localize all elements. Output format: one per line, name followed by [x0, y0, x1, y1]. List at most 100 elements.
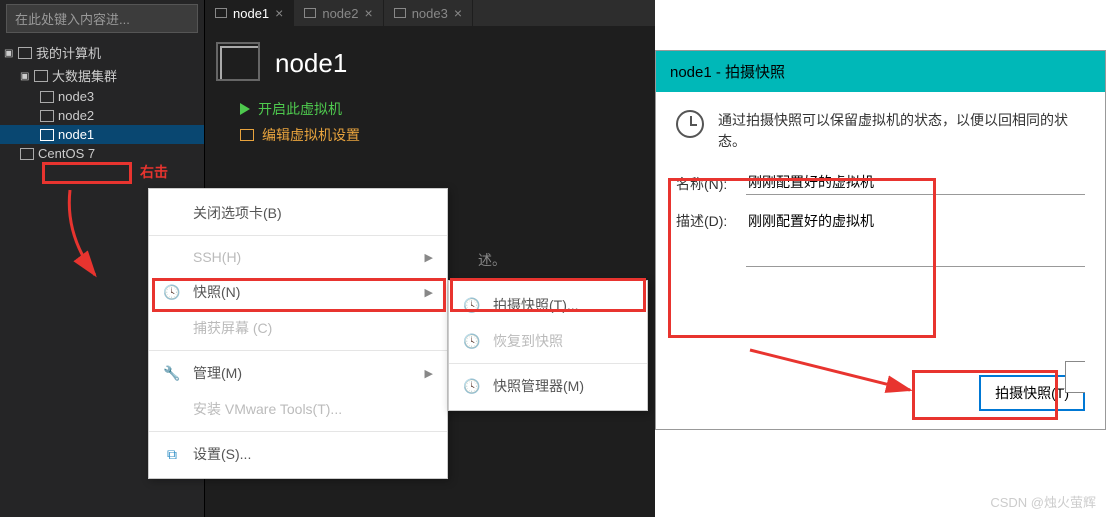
menu-restore-snapshot: 🕓 恢复到快照	[449, 323, 647, 359]
vm-icon	[40, 91, 54, 103]
tree-label: 我的计算机	[36, 43, 101, 62]
tree-root[interactable]: ▣ 我的计算机	[0, 41, 204, 64]
clock-plus-icon: 🕓	[463, 296, 481, 314]
context-menu-main: 关闭选项卡(B) SSH(H) ▶ 🕓 快照(N) ▶ 捕获屏幕 (C) 🔧 管…	[148, 188, 448, 479]
dialog-body: 通过拍摄快照可以保留虚拟机的状态，以便以回相同的状态。 名称(N): 描述(D)…	[656, 92, 1105, 297]
tab-bar: node1 × node2 × node3 ×	[205, 0, 655, 26]
page-title: node1	[275, 48, 347, 79]
separator	[149, 235, 447, 236]
menu-label: 管理(M)	[193, 363, 242, 383]
separator	[449, 363, 647, 364]
name-row: 名称(N):	[676, 170, 1085, 195]
close-icon[interactable]: ×	[454, 5, 462, 21]
action-label: 开启此虚拟机	[258, 99, 342, 119]
tree-label: node2	[58, 108, 94, 123]
tab-node1[interactable]: node1 ×	[205, 0, 294, 26]
main-header: node1	[220, 46, 640, 81]
menu-label: SSH(H)	[193, 249, 241, 265]
tab-icon	[394, 8, 406, 18]
vm-large-icon	[220, 46, 260, 81]
menu-label: 快照(N)	[193, 282, 240, 302]
close-icon[interactable]: ×	[275, 5, 283, 21]
folder-icon	[34, 70, 48, 82]
play-icon	[240, 103, 250, 115]
tree-label: node1	[58, 127, 94, 142]
tab-icon	[215, 8, 227, 18]
tab-label: node1	[233, 6, 269, 21]
tree-item-centos[interactable]: CentOS 7	[0, 144, 204, 163]
tree-item-node1[interactable]: node1	[0, 125, 204, 144]
menu-vmtools: 安装 VMware Tools(T)...	[149, 391, 447, 427]
clock-icon	[676, 110, 704, 138]
tab-node2[interactable]: node2 ×	[294, 0, 383, 26]
tree-group[interactable]: ▣ 大数据集群	[0, 64, 204, 87]
desc-label: 描述(D):	[676, 207, 736, 231]
annotation-text: 右击	[140, 162, 168, 182]
vm-icon	[40, 129, 54, 141]
menu-label: 恢复到快照	[493, 331, 563, 351]
menu-snapshot[interactable]: 🕓 快照(N) ▶	[149, 274, 447, 310]
tree-item-node3[interactable]: node3	[0, 87, 204, 106]
menu-label: 安装 VMware Tools(T)...	[193, 399, 342, 419]
tree-label: CentOS 7	[38, 146, 95, 161]
name-label: 名称(N):	[676, 170, 736, 194]
button-fragment[interactable]	[1065, 361, 1085, 393]
tree-label: node3	[58, 89, 94, 104]
separator	[149, 350, 447, 351]
tree-label: 大数据集群	[52, 66, 117, 85]
collapse-icon[interactable]: ▣	[4, 48, 14, 58]
chevron-right-icon: ▶	[425, 286, 433, 299]
desc-row: 描述(D):	[676, 207, 1085, 267]
menu-ssh: SSH(H) ▶	[149, 240, 447, 274]
dialog-title: node1 - 拍摄快照	[656, 51, 1105, 92]
menu-label: 关闭选项卡(B)	[193, 203, 282, 223]
action-label: 编辑虚拟机设置	[262, 125, 360, 145]
desc-fragment: 述。	[478, 250, 506, 270]
snapshot-icon: 🕓	[163, 283, 181, 301]
tree-item-node2[interactable]: node2	[0, 106, 204, 125]
context-menu-snapshot: 🕓 拍摄快照(T)... 🕓 恢复到快照 🕓 快照管理器(M)	[448, 280, 648, 411]
menu-label: 捕获屏幕 (C)	[193, 318, 272, 338]
settings-icon: ⧉	[163, 445, 181, 463]
tab-icon	[304, 8, 316, 18]
name-field[interactable]	[746, 170, 1085, 195]
menu-label: 设置(S)...	[193, 444, 251, 464]
blank-icon	[163, 248, 181, 266]
tab-label: node2	[322, 6, 358, 21]
menu-close-tab[interactable]: 关闭选项卡(B)	[149, 195, 447, 231]
close-icon[interactable]: ×	[365, 5, 373, 21]
search-input[interactable]: 在此处键入内容进...	[6, 4, 198, 33]
vm-icon	[20, 148, 34, 160]
blank-icon	[163, 319, 181, 337]
edit-vm-link[interactable]: 编辑虚拟机设置	[220, 122, 640, 148]
dialog-info-text: 通过拍摄快照可以保留虚拟机的状态，以便以回相同的状态。	[718, 110, 1085, 152]
menu-snapshot-manager[interactable]: 🕓 快照管理器(M)	[449, 368, 647, 404]
desc-field[interactable]	[746, 207, 1085, 267]
separator	[149, 431, 447, 432]
snapshot-dialog: node1 - 拍摄快照 通过拍摄快照可以保留虚拟机的状态，以便以回相同的状态。…	[655, 50, 1106, 430]
dialog-info: 通过拍摄快照可以保留虚拟机的状态，以便以回相同的状态。	[676, 110, 1085, 152]
computer-icon	[18, 47, 32, 59]
wrench-icon: 🔧	[163, 364, 181, 382]
watermark: CSDN @烛火萤辉	[990, 492, 1096, 511]
menu-take-snapshot[interactable]: 🕓 拍摄快照(T)...	[449, 287, 647, 323]
clock-icon: 🕓	[463, 332, 481, 350]
tab-node3[interactable]: node3 ×	[384, 0, 473, 26]
menu-label: 拍摄快照(T)...	[493, 295, 579, 315]
menu-settings[interactable]: ⧉ 设置(S)...	[149, 436, 447, 472]
start-vm-link[interactable]: 开启此虚拟机	[220, 96, 640, 122]
menu-capture: 捕获屏幕 (C)	[149, 310, 447, 346]
collapse-icon[interactable]: ▣	[20, 71, 30, 81]
blank-icon	[163, 204, 181, 222]
tab-label: node3	[412, 6, 448, 21]
vm-tree: ▣ 我的计算机 ▣ 大数据集群 node3 node2 node1	[0, 37, 204, 167]
edit-icon	[240, 129, 254, 141]
menu-manage[interactable]: 🔧 管理(M) ▶	[149, 355, 447, 391]
menu-label: 快照管理器(M)	[493, 376, 584, 396]
blank-icon	[163, 400, 181, 418]
chevron-right-icon: ▶	[425, 251, 433, 264]
dialog-buttons: 拍摄快照(T)	[979, 375, 1085, 411]
clock-gear-icon: 🕓	[463, 377, 481, 395]
vm-icon	[40, 110, 54, 122]
chevron-right-icon: ▶	[425, 367, 433, 380]
